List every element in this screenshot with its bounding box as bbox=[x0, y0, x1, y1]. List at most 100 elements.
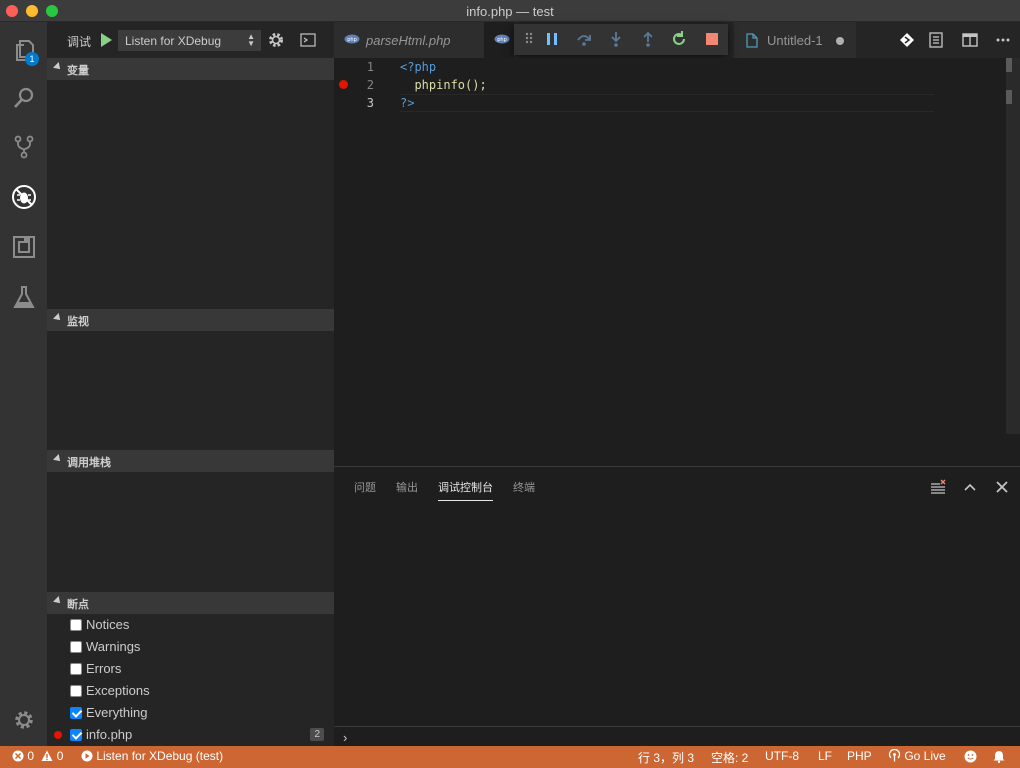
section-variables-title: 变量 bbox=[67, 65, 89, 77]
repl-prompt: › bbox=[343, 730, 348, 745]
maximize-panel-icon[interactable] bbox=[962, 479, 978, 495]
debug-icon bbox=[11, 185, 36, 209]
code-editor[interactable]: 1 2 3 <?php phpinfo(); ?> bbox=[334, 58, 1020, 466]
debug-action-bar bbox=[514, 24, 728, 55]
file-icon bbox=[746, 33, 758, 48]
select-arrows-icon: ▲ ▼ bbox=[247, 32, 255, 48]
collapse-caret-icon bbox=[53, 313, 63, 323]
checkbox[interactable] bbox=[70, 663, 82, 675]
breakpoint-line-badge: 2 bbox=[310, 728, 324, 741]
collapse-caret-icon bbox=[53, 62, 63, 72]
step-over-icon[interactable] bbox=[575, 30, 593, 48]
panel-tab-terminal[interactable]: 终端 bbox=[513, 479, 535, 495]
section-call-stack-title: 调用堆栈 bbox=[67, 457, 111, 469]
panel-tab-debug-console[interactable]: 调试控制台 bbox=[438, 479, 493, 501]
editor-scrollbar[interactable] bbox=[1006, 58, 1020, 434]
collapse-caret-icon bbox=[53, 596, 63, 606]
breakpoint-exceptions[interactable]: Exceptions bbox=[47, 680, 334, 702]
activity-extensions[interactable] bbox=[0, 223, 47, 271]
status-eol[interactable]: LF bbox=[818, 749, 832, 763]
activity-debug[interactable] bbox=[0, 173, 47, 221]
tab-untitled[interactable]: Untitled-1 bbox=[734, 22, 856, 58]
open-preview-icon[interactable] bbox=[928, 32, 944, 48]
checkbox-checked[interactable] bbox=[70, 707, 82, 719]
error-count: 0 bbox=[27, 749, 35, 763]
svg-text:php: php bbox=[347, 37, 357, 43]
notifications-bell-icon[interactable] bbox=[993, 750, 1005, 763]
section-variables[interactable]: 变量 bbox=[47, 58, 334, 80]
explorer-badge: 1 bbox=[25, 52, 39, 66]
activity-source-control[interactable] bbox=[0, 123, 47, 171]
debug-console-icon[interactable] bbox=[300, 32, 316, 48]
section-call-stack[interactable]: 调用堆栈 bbox=[47, 450, 334, 472]
step-out-icon[interactable] bbox=[639, 30, 657, 48]
activity-manage[interactable] bbox=[0, 696, 47, 744]
status-encoding[interactable]: UTF-8 bbox=[765, 749, 799, 763]
panel-tab-output[interactable]: 输出 bbox=[396, 479, 418, 495]
collapse-caret-icon bbox=[53, 454, 63, 464]
status-go-live[interactable]: Go Live bbox=[888, 748, 946, 763]
drag-handle-icon[interactable] bbox=[520, 30, 538, 48]
activity-bar: 1 bbox=[0, 22, 47, 746]
breakpoint-errors[interactable]: Errors bbox=[47, 658, 334, 680]
step-into-icon[interactable] bbox=[607, 30, 625, 48]
error-icon bbox=[12, 750, 24, 762]
close-panel-icon[interactable] bbox=[994, 479, 1010, 495]
checkbox[interactable] bbox=[70, 685, 82, 697]
debug-session-label: Listen for XDebug (test) bbox=[96, 749, 224, 763]
scrollbar-marker bbox=[1006, 90, 1012, 104]
breakpoint-file-info[interactable]: info.php 2 bbox=[47, 724, 334, 746]
activity-test[interactable] bbox=[0, 273, 47, 321]
checkbox-checked[interactable] bbox=[70, 729, 82, 741]
tab-parsehtml[interactable]: php parseHtml.php bbox=[334, 22, 484, 58]
git-branch-icon bbox=[14, 135, 33, 159]
git-compare-icon[interactable] bbox=[899, 32, 915, 48]
breakpoint-warnings[interactable]: Warnings bbox=[47, 636, 334, 658]
restart-icon[interactable] bbox=[670, 30, 688, 48]
status-problems[interactable]: 0 0 bbox=[12, 749, 63, 763]
breakpoint-notices[interactable]: Notices bbox=[47, 614, 334, 636]
pause-icon[interactable] bbox=[543, 30, 561, 48]
unsaved-dot-icon[interactable] bbox=[836, 37, 844, 45]
window-title: info.php — test bbox=[466, 4, 554, 19]
debug-configuration-select[interactable]: Listen for XDebug ▲ ▼ bbox=[118, 30, 261, 51]
code-line: <?php bbox=[400, 60, 437, 74]
feedback-smiley-icon[interactable] bbox=[964, 750, 977, 763]
checkbox[interactable] bbox=[70, 619, 82, 631]
play-circle-icon bbox=[81, 750, 93, 762]
section-watch[interactable]: 监视 bbox=[47, 309, 334, 331]
breakpoint-file-label: info.php bbox=[86, 727, 133, 742]
warning-count: 0 bbox=[56, 749, 64, 763]
split-editor-icon[interactable] bbox=[962, 32, 978, 48]
code-line: ?> bbox=[400, 96, 415, 110]
tab-label: parseHtml.php bbox=[366, 33, 451, 48]
scrollbar-marker bbox=[1006, 58, 1012, 72]
activity-search[interactable] bbox=[0, 74, 47, 122]
more-actions-icon[interactable] bbox=[995, 32, 1011, 48]
status-cursor-position[interactable]: 行 3，列 3 bbox=[638, 749, 694, 766]
breakpoint-dot-icon bbox=[54, 731, 62, 739]
section-watch-title: 监视 bbox=[67, 316, 89, 328]
section-breakpoints[interactable]: 断点 bbox=[47, 592, 334, 614]
debug-console-input[interactable]: › bbox=[334, 726, 1020, 747]
warning-icon bbox=[41, 750, 53, 761]
status-language[interactable]: PHP bbox=[847, 749, 872, 763]
debug-label: 调试 bbox=[67, 35, 92, 49]
status-bar: 0 0 Listen for XDebug (test) 行 3，列 3 空格:… bbox=[0, 746, 1020, 768]
tab-info[interactable]: php bbox=[484, 22, 514, 58]
status-indentation[interactable]: 空格: 2 bbox=[711, 749, 748, 766]
breakpoint-label: Warnings bbox=[86, 639, 141, 654]
activity-explorer[interactable]: 1 bbox=[0, 26, 47, 74]
breakpoint-glyph-icon[interactable] bbox=[339, 80, 348, 89]
checkbox[interactable] bbox=[70, 641, 82, 653]
stop-icon[interactable] bbox=[703, 30, 721, 48]
status-debug-session[interactable]: Listen for XDebug (test) bbox=[81, 749, 223, 763]
go-live-label: Go Live bbox=[904, 749, 946, 763]
debug-settings-gear-icon[interactable] bbox=[267, 31, 285, 49]
clear-console-icon[interactable] bbox=[930, 479, 946, 495]
start-debugging-icon[interactable] bbox=[99, 32, 113, 48]
panel-tab-problems[interactable]: 问题 bbox=[354, 479, 376, 495]
debug-toolbar: 调试 Listen for XDebug ▲ ▼ bbox=[47, 22, 334, 58]
php-file-icon: php bbox=[344, 34, 360, 44]
breakpoint-everything[interactable]: Everything bbox=[47, 702, 334, 724]
